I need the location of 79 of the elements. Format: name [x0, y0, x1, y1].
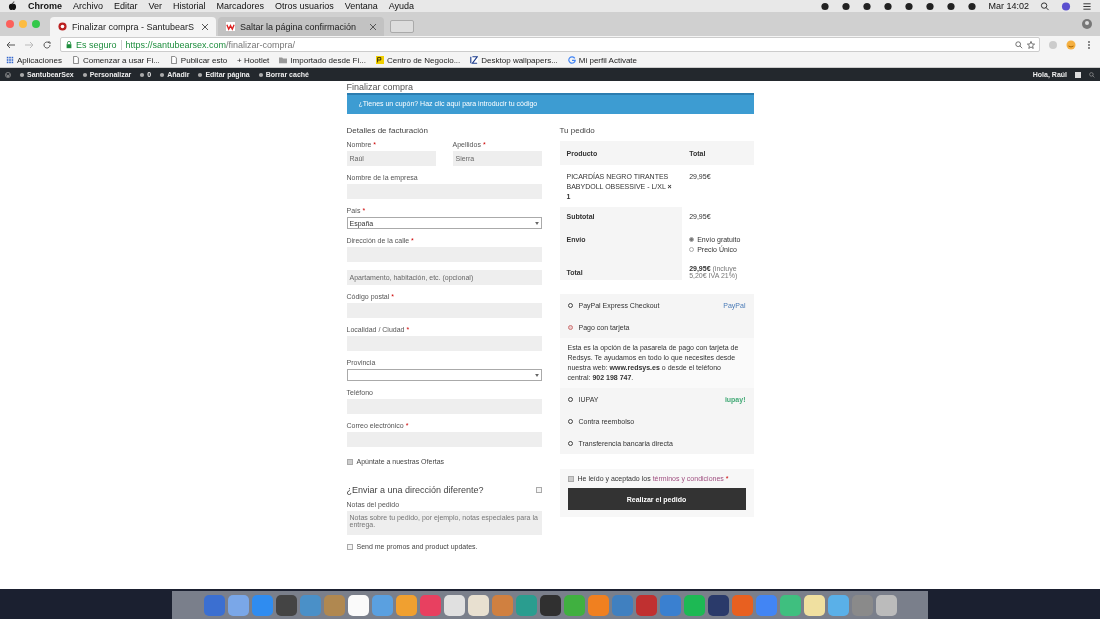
star-icon[interactable]	[1027, 40, 1035, 49]
url-text: https://santubearsex.com/finalizar-compra/	[125, 39, 296, 50]
reload-icon[interactable]	[42, 39, 52, 50]
menu-item[interactable]: Ventana	[344, 1, 378, 11]
checkbox[interactable]	[346, 543, 353, 550]
browser-tab[interactable]: Saltar la página confirmación	[218, 17, 384, 36]
menu-item[interactable]: Ayuda	[388, 1, 415, 11]
bookmark[interactable]: Comenzar a usar Fi...	[71, 55, 160, 65]
app-icon[interactable]	[275, 595, 297, 616]
address-bar[interactable]: Es seguro https://santubearsex.com/finalizar-compra/	[60, 37, 1040, 52]
zoom-icon[interactable]	[1015, 40, 1023, 49]
browser-tab[interactable]: Finalizar compra - SantubearS	[50, 17, 216, 36]
section-heading: Tu pedido	[559, 126, 596, 135]
wordpress-icon[interactable]	[5, 71, 11, 78]
menu-item[interactable]: Editar	[114, 1, 138, 11]
emoji-icon[interactable]	[1066, 39, 1076, 50]
secure-label: Es seguro	[76, 39, 117, 50]
app-icon[interactable]	[827, 595, 849, 616]
bookmark[interactable]: Centro de Negocio...	[375, 55, 461, 65]
forward-icon[interactable]	[24, 39, 34, 50]
app-icon[interactable]	[683, 595, 705, 616]
w-icon	[226, 22, 235, 31]
app-icon[interactable]	[875, 595, 897, 616]
section-heading: Detalles de facturación	[346, 126, 429, 135]
apple-icon	[8, 1, 17, 11]
app-icon[interactable]	[539, 595, 561, 616]
avatar-icon	[1075, 71, 1081, 78]
app-icon[interactable]	[779, 595, 801, 616]
caret-icon	[534, 221, 539, 225]
app-icon[interactable]	[395, 595, 417, 616]
menu-item[interactable]: Otros usuarios	[275, 1, 334, 11]
bookmark[interactable]: Mi perfil Activate	[567, 55, 638, 65]
bookmark[interactable]: Publicar esto	[169, 55, 228, 65]
heart-icon	[58, 22, 67, 31]
siri-icon[interactable]	[1061, 1, 1071, 11]
app-icon[interactable]	[347, 595, 369, 616]
app-icon[interactable]	[443, 595, 465, 616]
radio-button[interactable]	[567, 324, 573, 330]
checkbox[interactable]	[346, 458, 353, 465]
page-title: Finalizar compra	[346, 82, 415, 93]
menu-item[interactable]: Ver	[148, 1, 163, 11]
caret-icon	[534, 373, 539, 377]
bookmark[interactable]: Importado desde Fi...	[279, 55, 366, 65]
profile-icon[interactable]	[1082, 19, 1092, 29]
checkbox[interactable]	[567, 475, 574, 482]
bookmark[interactable]: Desktop wallpapers...	[470, 55, 558, 65]
new-tab-button[interactable]	[390, 20, 414, 33]
g-logo-icon	[567, 56, 576, 64]
menu-item[interactable]: Historial	[173, 1, 206, 11]
clock: Mar 14:02	[988, 1, 1029, 11]
pa-logo-icon	[375, 56, 384, 64]
menu-item[interactable]: Archivo	[73, 1, 104, 11]
section-heading: ¿Enviar a una dirección diferente?	[346, 485, 484, 495]
radio-button[interactable]	[689, 247, 695, 252]
close-button[interactable]	[6, 20, 14, 28]
app-icon[interactable]	[467, 595, 489, 616]
bookmark[interactable]: + Hootlet	[237, 55, 270, 65]
page-icon	[169, 56, 178, 64]
app-icon[interactable]	[803, 595, 825, 616]
app-icon[interactable]	[707, 595, 729, 616]
back-icon[interactable]	[6, 39, 16, 50]
search-icon[interactable]	[1089, 71, 1095, 78]
checkbox[interactable]	[535, 487, 542, 493]
zoom-button[interactable]	[32, 20, 40, 28]
close-icon[interactable]	[370, 23, 376, 30]
apps-grid-icon	[6, 56, 14, 64]
close-icon[interactable]	[202, 23, 208, 30]
page-icon	[71, 56, 80, 64]
folder-icon	[279, 56, 288, 64]
radio-button[interactable]	[689, 237, 695, 242]
list-icon[interactable]	[1082, 1, 1092, 11]
search-icon[interactable]	[1040, 1, 1050, 11]
iz-logo-icon	[470, 56, 479, 64]
app-icon[interactable]	[227, 595, 249, 616]
lock-icon	[65, 40, 73, 49]
menu-item[interactable]: Marcadores	[216, 1, 265, 11]
bookmark[interactable]: Aplicaciones	[6, 55, 62, 65]
app-menu[interactable]: Chrome	[28, 1, 62, 11]
select-field[interactable]	[346, 369, 542, 381]
